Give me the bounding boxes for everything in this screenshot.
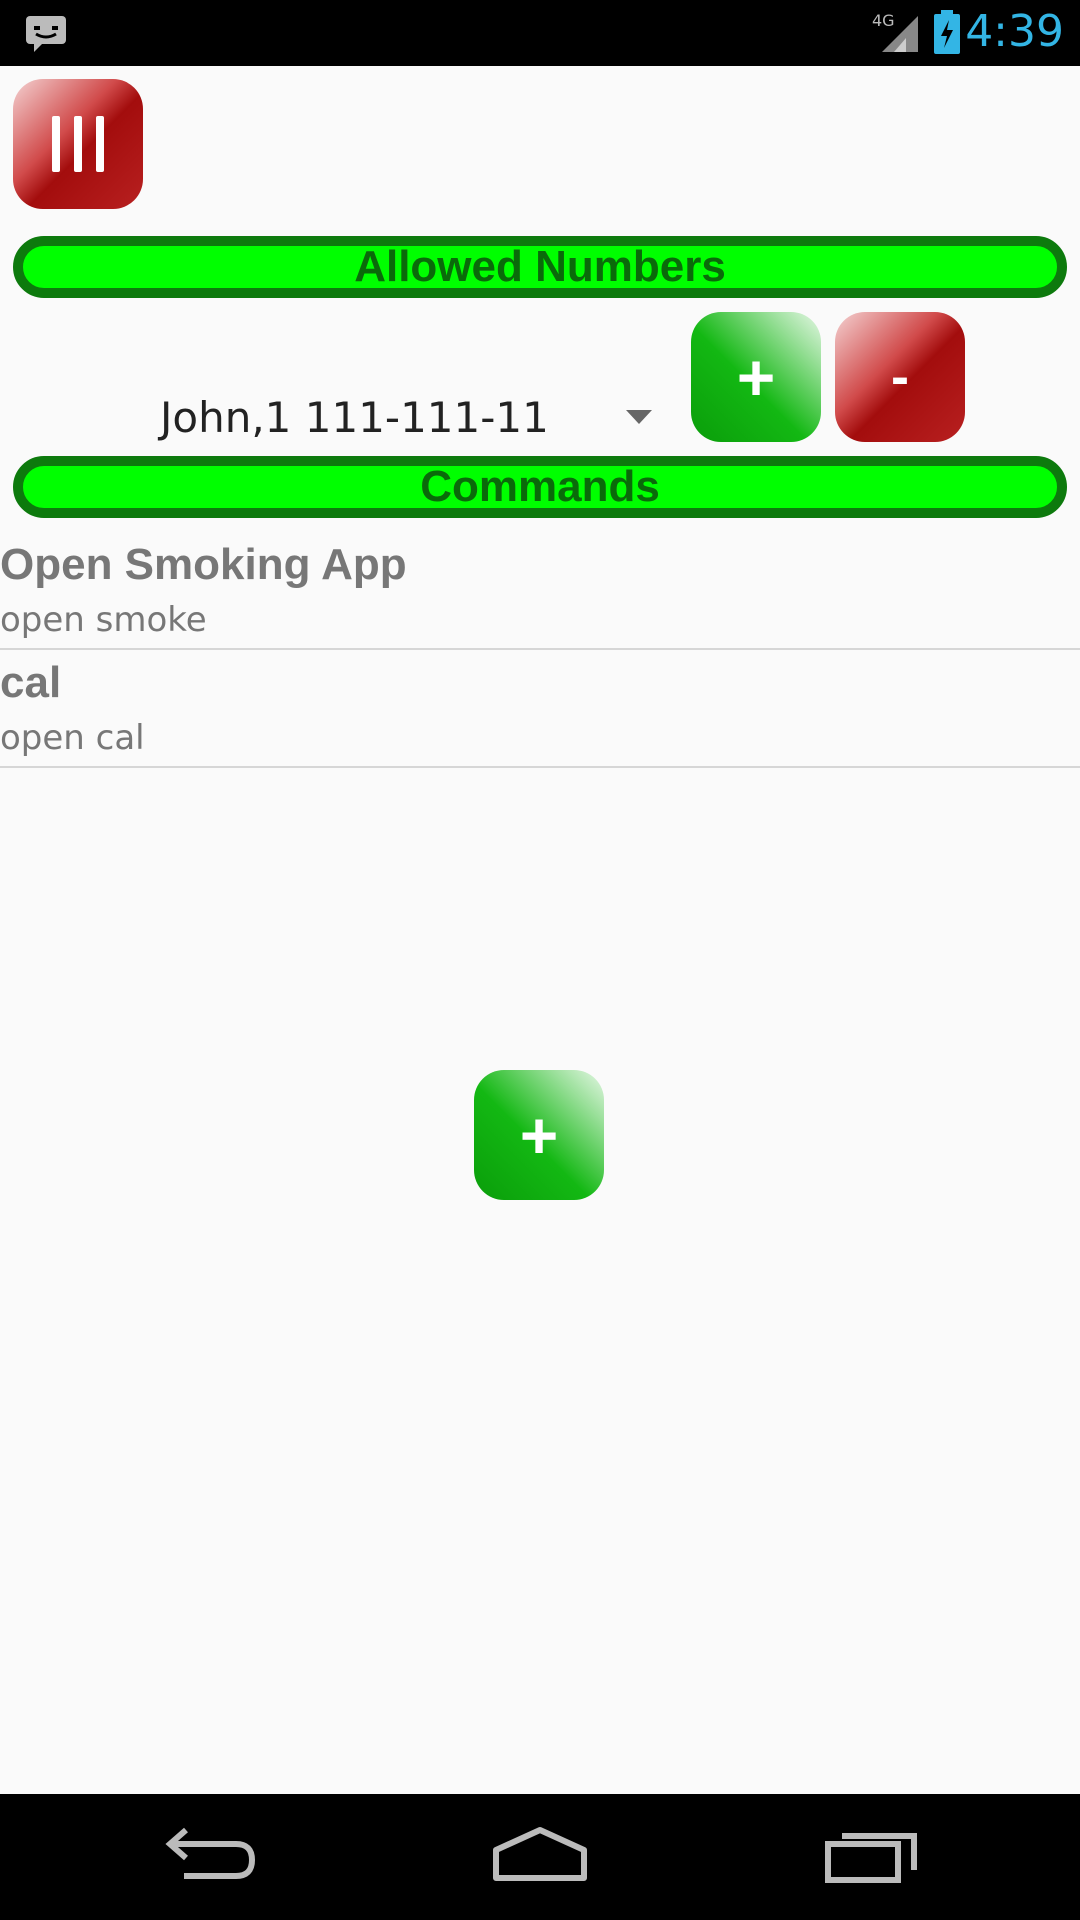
command-text: open smoke bbox=[0, 600, 207, 640]
command-title: Open Smoking App bbox=[0, 540, 407, 589]
status-bar: 4G 4:39 bbox=[0, 0, 1080, 66]
signal-icon: 4G bbox=[872, 11, 918, 52]
recent-apps-icon[interactable] bbox=[822, 1824, 922, 1890]
add-command-button[interactable]: + bbox=[474, 1070, 604, 1200]
screen: 4G 4:39 Allowed Numbers John,1 111-111-1… bbox=[0, 0, 1080, 1920]
selected-number: John,1 111-111-11 bbox=[160, 393, 549, 442]
status-time: 4:39 bbox=[965, 6, 1064, 57]
add-command-button-label: + bbox=[519, 1098, 559, 1172]
message-icon bbox=[26, 16, 66, 52]
home-icon[interactable] bbox=[490, 1824, 590, 1890]
command-text: open cal bbox=[0, 718, 145, 758]
back-icon[interactable] bbox=[160, 1824, 260, 1890]
allowed-numbers-header-label: Allowed Numbers bbox=[354, 242, 726, 291]
command-item[interactable]: Open Smoking App open smoke bbox=[0, 532, 1080, 650]
dropdown-arrow-icon bbox=[626, 410, 652, 424]
menu-icon bbox=[52, 116, 104, 172]
commands-header-label: Commands bbox=[420, 462, 660, 511]
add-number-button-label: + bbox=[736, 340, 776, 414]
command-title: cal bbox=[0, 658, 62, 707]
navigation-bar bbox=[0, 1794, 1080, 1920]
command-item[interactable]: cal open cal bbox=[0, 650, 1080, 768]
remove-number-button[interactable]: - bbox=[835, 312, 965, 442]
allowed-numbers-header: Allowed Numbers bbox=[13, 236, 1067, 298]
battery-charging-icon bbox=[934, 10, 960, 54]
menu-button[interactable] bbox=[13, 79, 143, 209]
commands-header: Commands bbox=[13, 456, 1067, 518]
allowed-number-spinner[interactable]: John,1 111-111-11 bbox=[160, 385, 660, 451]
network-type-label: 4G bbox=[872, 11, 895, 30]
command-list: Open Smoking App open smoke cal open cal bbox=[0, 532, 1080, 768]
remove-number-button-label: - bbox=[891, 347, 909, 407]
add-number-button[interactable]: + bbox=[691, 312, 821, 442]
